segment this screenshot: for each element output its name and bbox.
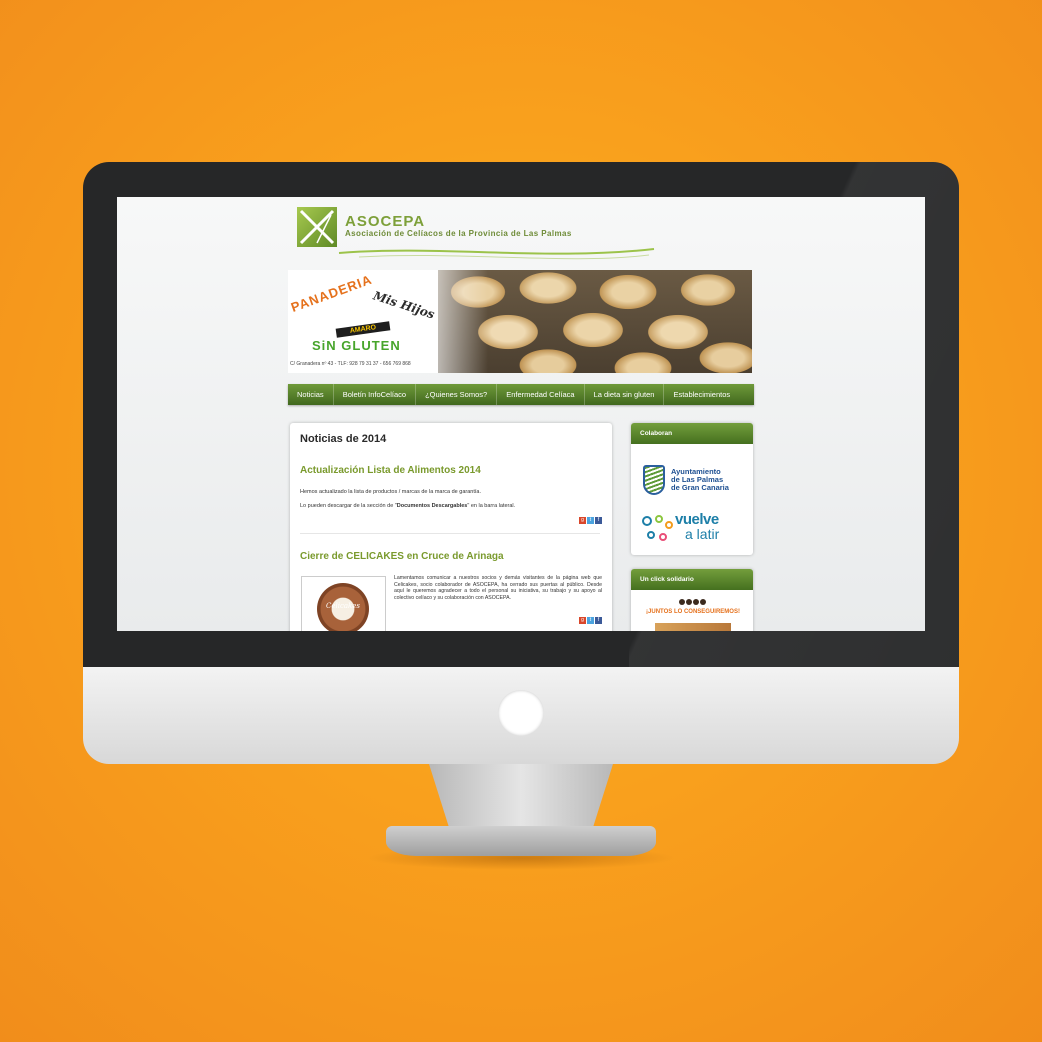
monitor-stand-neck bbox=[429, 764, 613, 834]
celicakes-logo: Celicakes bbox=[317, 583, 369, 631]
twitter-icon[interactable]: t bbox=[587, 617, 594, 624]
screen: ASOCEPA Asociación de Celíacos de la Pro… bbox=[117, 197, 925, 631]
nav-item-quienes-somos[interactable]: ¿Quienes Somos? bbox=[416, 384, 498, 405]
post-1-text: Hemos actualizado la lista de productos … bbox=[300, 489, 481, 495]
nav-item-noticias[interactable]: Noticias bbox=[288, 384, 334, 405]
nav-item-enfermedad-celiaca[interactable]: Enfermedad Celíaca bbox=[497, 384, 585, 405]
sidebar-colaboran: Colaboran Ayuntamiento de Las Palmas de … bbox=[631, 423, 753, 555]
sidebar-heading-colaboran: Colaboran bbox=[631, 423, 753, 444]
twitter-icon[interactable]: t bbox=[587, 517, 594, 524]
google-plus-icon[interactable]: g bbox=[579, 617, 586, 624]
header-swoosh bbox=[338, 248, 655, 260]
ayuntamiento-logo[interactable]: Ayuntamiento de Las Palmas de Gran Canar… bbox=[643, 463, 743, 501]
banner-amaro-label: AMARO bbox=[335, 321, 391, 338]
post-title-1[interactable]: Actualización Lista de Alimentos 2014 bbox=[300, 465, 481, 476]
nav-item-establecimientos[interactable]: Establecimientos bbox=[664, 384, 739, 405]
badge-icons bbox=[679, 599, 706, 605]
documentos-descargables-link[interactable]: Documentos Descargables bbox=[397, 503, 468, 509]
sidebar-click-solidario: Un click solidario ¡JUNTOS LO CONSEGUIRE… bbox=[631, 569, 753, 631]
brand-name: ASOCEPA bbox=[345, 213, 426, 230]
post-2-share: g t f bbox=[579, 617, 602, 624]
banner-address: C/ Granadera nº 43 - TLF: 928 79 31 37 -… bbox=[290, 361, 411, 367]
post-1-download-text: Lo pueden descargar de la sección de "Do… bbox=[300, 503, 516, 509]
monitor-stand-base bbox=[386, 826, 656, 856]
palm-shield-icon bbox=[643, 465, 665, 495]
click-solidario-banner[interactable]: ¡JUNTOS LO CONSEGUIREMOS! bbox=[643, 599, 743, 631]
banner-sin-gluten-text: SiN GLUTEN bbox=[312, 338, 401, 353]
monitor-logo-button bbox=[498, 690, 544, 736]
main-nav: Noticias Boletín InfoCelíaco ¿Quienes So… bbox=[288, 384, 754, 405]
nav-item-dieta-sin-gluten[interactable]: La dieta sin gluten bbox=[585, 384, 665, 405]
google-plus-icon[interactable]: g bbox=[579, 517, 586, 524]
banner-panaderia-text: PANADERIA bbox=[288, 271, 375, 315]
hearts-icon bbox=[642, 515, 673, 541]
nav-item-boletin[interactable]: Boletín InfoCelíaco bbox=[334, 384, 417, 405]
post-1-share: g t f bbox=[579, 517, 602, 524]
vuelve-a-latir-logo[interactable]: vuelve a latir bbox=[639, 511, 749, 547]
page-title: Noticias de 2014 bbox=[300, 433, 387, 445]
bakery-banner[interactable]: PANADERIA Mis Hijos AMARO SiN GLUTEN C/ … bbox=[288, 270, 752, 373]
post-2-text: Lamentamos comunicar a nuestros socios y… bbox=[394, 575, 602, 601]
news-panel: Noticias de 2014 Actualización Lista de … bbox=[290, 423, 612, 631]
celicakes-image[interactable]: Celicakes bbox=[301, 576, 386, 631]
sidebar-heading-click-solidario: Un click solidario bbox=[631, 569, 753, 590]
site-header[interactable]: ASOCEPA Asociación de Celíacos de la Pro… bbox=[289, 201, 754, 263]
post-title-2[interactable]: Cierre de CELICAKES en Cruce de Arinaga bbox=[300, 551, 504, 562]
post-divider bbox=[300, 533, 600, 534]
facebook-icon[interactable]: f bbox=[595, 517, 602, 524]
facebook-icon[interactable]: f bbox=[595, 617, 602, 624]
